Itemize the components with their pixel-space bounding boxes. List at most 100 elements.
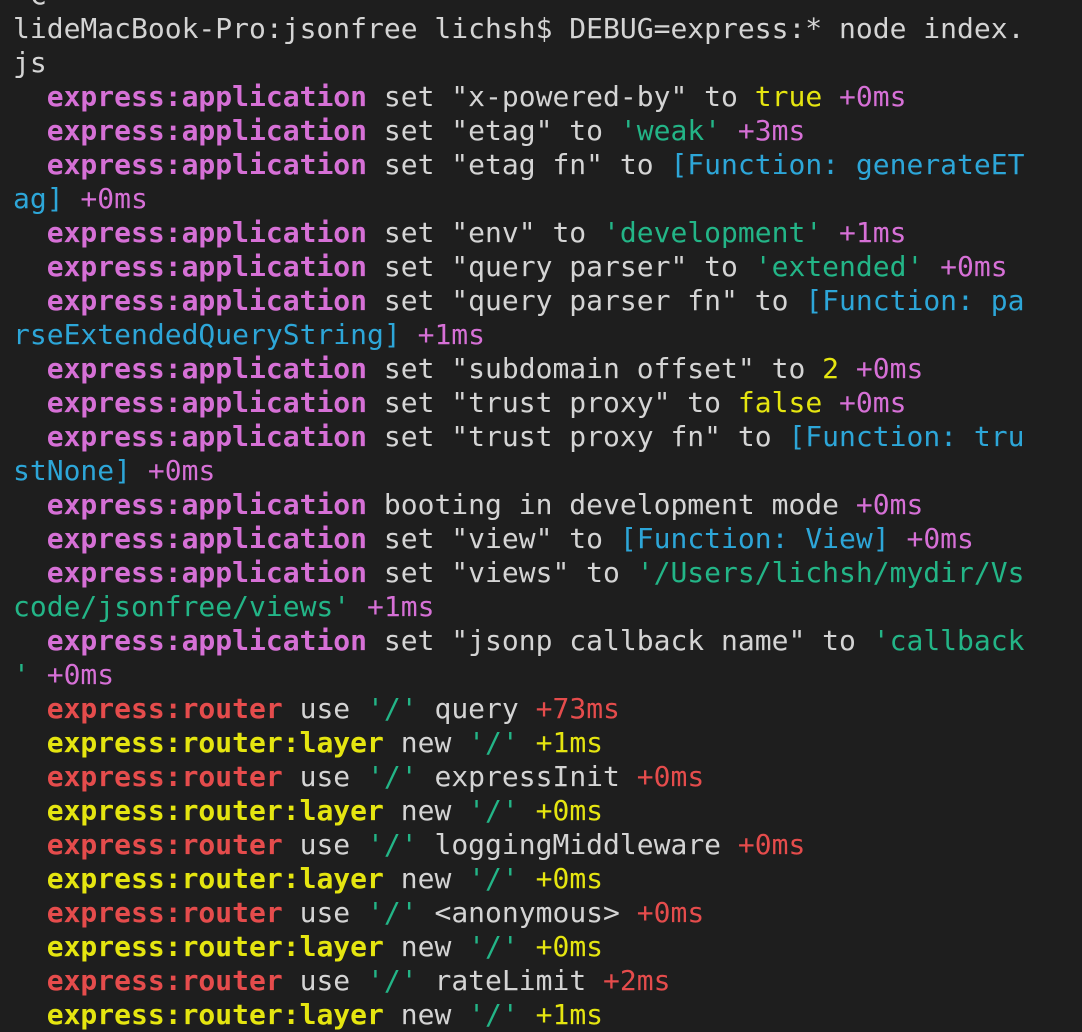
terminal-line: ^C (13, 0, 1073, 12)
terminal-text-segment: js (13, 46, 47, 79)
terminal-text-segment: new (383, 794, 469, 827)
terminal-text-segment: expressInit (417, 760, 637, 793)
terminal-text-segment: express:application (46, 420, 368, 453)
terminal-text-segment: express:application (46, 386, 368, 419)
terminal-text-segment: [Function: generateET (670, 148, 1025, 181)
terminal-line: express:application set "jsonp callback … (13, 624, 1073, 658)
terminal-text-segment: +73ms (535, 692, 620, 725)
terminal-line: express:application set "x-powered-by" t… (13, 80, 1073, 114)
terminal-text-segment: '/' (367, 828, 418, 861)
terminal-text-segment: +2ms (603, 964, 671, 997)
terminal-text-segment: +0ms (923, 250, 1008, 283)
terminal-text-segment: +0ms (518, 794, 604, 827)
terminal-text-segment: set "query parser fn" to (367, 284, 806, 317)
terminal-text-segment: express:router:layer (46, 726, 384, 759)
terminal-line: express:router use '/' <anonymous> +0ms (13, 896, 1073, 930)
terminal-line: express:application set "views" to '/Use… (13, 556, 1073, 590)
terminal-text-segment: 'development' (603, 216, 823, 249)
terminal-line: express:application set "etag fn" to [Fu… (13, 148, 1073, 182)
terminal-line: express:application set "env" to 'develo… (13, 216, 1073, 250)
terminal-text-segment: loggingMiddleware (417, 828, 738, 861)
terminal-line: express:router:layer new '/' +0ms (13, 862, 1073, 896)
terminal-line: express:application set "etag" to 'weak'… (13, 114, 1073, 148)
terminal-text-segment: stNone] (13, 454, 132, 487)
terminal-text-segment: +0ms (737, 828, 806, 861)
terminal-line: express:router use '/' expressInit +0ms (13, 760, 1073, 794)
terminal-text-segment: new (383, 862, 469, 895)
terminal-text-segment: ' (13, 658, 30, 691)
terminal-text-segment: set "jsonp callback name" to (367, 624, 873, 657)
terminal-line: ' +0ms (13, 658, 1073, 692)
terminal-text-segment: ^C (13, 0, 47, 11)
terminal-line: express:router:layer new '/' +1ms (13, 726, 1073, 760)
terminal-text-segment: 'extended' (754, 250, 924, 283)
terminal-text-segment: express:application (46, 556, 368, 589)
terminal-text-segment: +0ms (518, 862, 604, 895)
terminal-text-segment: +3ms (721, 114, 806, 147)
terminal-text-segment: express:router (46, 896, 283, 929)
terminal-line: express:router use '/' query +73ms (13, 692, 1073, 726)
terminal-line: express:router use '/' loggingMiddleware… (13, 828, 1073, 862)
terminal-text-segment: use (282, 692, 368, 725)
terminal-text-segment: +1ms (518, 998, 604, 1031)
terminal-text-segment: set "env" to (367, 216, 604, 249)
terminal-text-segment: express:router:layer (46, 862, 384, 895)
terminal-text-segment: +1ms (822, 216, 907, 249)
terminal-text-segment: use (282, 964, 368, 997)
terminal-text-segment: '/' (468, 794, 519, 827)
terminal-text-segment: [Function: pa (805, 284, 1025, 317)
terminal-text-segment: express:application (46, 80, 368, 113)
terminal-text-segment: express:application (46, 284, 368, 317)
terminal-text-segment: +0ms (855, 488, 924, 521)
terminal-line: stNone] +0ms (13, 454, 1073, 488)
terminal-text-segment: +0ms (518, 930, 604, 963)
terminal-text-segment: express:application (46, 148, 368, 181)
terminal-text-segment: set "trust proxy fn" to (367, 420, 789, 453)
terminal-text-segment: +0ms (636, 896, 705, 929)
terminal-text-segment: express:router:layer (46, 930, 384, 963)
terminal-text-segment: +0ms (822, 80, 907, 113)
terminal-line: express:router:layer new '/' +1ms (13, 998, 1073, 1032)
terminal-text-segment: +1ms (350, 590, 435, 623)
terminal-text-segment: express:application (46, 352, 368, 385)
terminal-text-segment: '/' (468, 930, 519, 963)
terminal-text-segment: '/' (367, 760, 418, 793)
terminal-text-segment: '/' (468, 862, 519, 895)
terminal-text-segment: +1ms (400, 318, 486, 351)
terminal-text-segment: express:application (46, 216, 368, 249)
terminal-line: express:router use '/' rateLimit +2ms (13, 964, 1073, 998)
terminal-text-segment: express:application (46, 488, 368, 521)
terminal-text-segment: [Function: tru (788, 420, 1025, 453)
terminal-text-segment: new (383, 930, 469, 963)
terminal-text-segment: '/' (367, 896, 418, 929)
terminal-text-segment: ag] (13, 182, 64, 215)
terminal-text-segment: +0ms (29, 658, 115, 691)
terminal-text-segment: express:router (46, 828, 283, 861)
terminal-text-segment: '/Users/lichsh/mydir/Vs (636, 556, 1025, 589)
terminal-text-segment: '/' (367, 692, 418, 725)
terminal-text-segment: +1ms (518, 726, 604, 759)
terminal-text-segment: set "view" to (367, 522, 620, 555)
terminal-output[interactable]: ^ClideMacBook-Pro:jsonfree lichsh$ DEBUG… (13, 0, 1073, 1032)
terminal-text-segment: set "trust proxy" to (367, 386, 738, 419)
terminal-text-segment: +0ms (131, 454, 216, 487)
terminal-text-segment: set "subdomain offset" to (367, 352, 823, 385)
terminal-line: rseExtendedQueryString] +1ms (13, 318, 1073, 352)
terminal-text-segment: lideMacBook-Pro:jsonfree lichsh$ DEBUG=e… (13, 12, 1025, 45)
terminal-text-segment: false (737, 386, 823, 419)
